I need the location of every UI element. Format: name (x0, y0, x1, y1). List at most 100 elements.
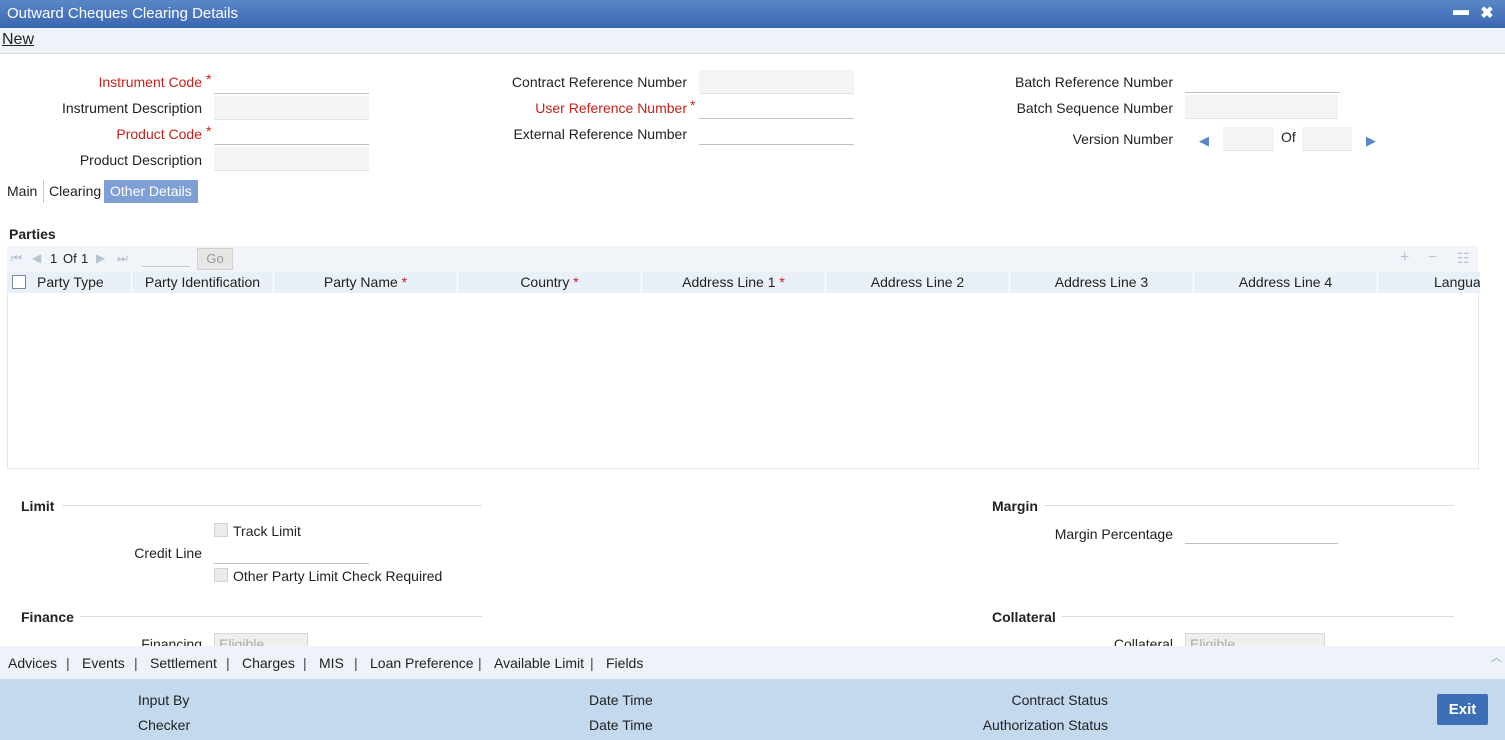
footer-tab-charges[interactable]: Charges (242, 655, 295, 671)
collateral-select[interactable]: Eligible (1185, 633, 1325, 646)
product-code-input[interactable] (214, 121, 369, 145)
version-of-label: Of (1281, 129, 1296, 145)
footer-tab-fields[interactable]: Fields (606, 655, 643, 671)
footer-tabs: Advices | Events | Settlement | Charges … (0, 646, 1505, 679)
footer-separator: | (226, 655, 230, 671)
col-address-line-1[interactable]: Address Line 1 * (642, 272, 826, 293)
footer-separator: | (66, 655, 70, 671)
version-current-input[interactable] (1223, 127, 1274, 151)
footer-tab-advices[interactable]: Advices (8, 655, 57, 671)
last-page-icon[interactable]: ⏭ (117, 251, 128, 266)
first-page-icon[interactable]: ⏮ (11, 251, 22, 266)
finance-divider (80, 616, 482, 617)
col-country-label: Country (520, 274, 570, 290)
footer-tab-available-limit[interactable]: Available Limit (494, 655, 584, 671)
input-date-time-label: Date Time (589, 692, 653, 708)
credit-line-label: Credit Line (134, 545, 202, 561)
instrument-code-input[interactable] (214, 70, 369, 94)
version-number-label: Version Number (1072, 131, 1173, 147)
footer-tab-events[interactable]: Events (82, 655, 125, 671)
next-page-icon[interactable]: ▶ (96, 251, 105, 265)
footer-tab-settlement[interactable]: Settlement (150, 655, 217, 671)
tab-other-details[interactable]: Other Details (104, 180, 198, 203)
input-by-label: Input By (138, 692, 190, 708)
tab-clearing[interactable]: Clearing (43, 180, 109, 203)
parties-grid-header: Party Type Party Identification Party Na… (7, 272, 1480, 293)
col-address-line-2[interactable]: Address Line 2 (826, 272, 1010, 293)
add-row-icon[interactable]: + (1400, 249, 1409, 267)
page-number-input[interactable] (142, 266, 190, 267)
collapse-icon[interactable]: ︿ (1491, 649, 1502, 665)
single-view-icon[interactable]: ☷ (1457, 250, 1470, 267)
instrument-code-label: Instrument Code (98, 74, 203, 90)
product-description-input[interactable] (214, 147, 369, 171)
other-party-limit-label: Other Party Limit Check Required (233, 568, 443, 584)
col-party-identification[interactable]: Party Identification (132, 272, 274, 293)
financing-value: Eligible (219, 636, 265, 646)
col-country[interactable]: Country * (458, 272, 642, 293)
required-mark: * (779, 274, 785, 290)
select-all-checkbox[interactable] (12, 275, 26, 289)
col-address-line-1-label: Address Line 1 (682, 274, 776, 290)
pager-of-label: Of (63, 251, 77, 266)
pager-total: 1 (81, 251, 89, 266)
col-language[interactable]: Langua (1378, 272, 1480, 293)
parties-title: Parties (9, 226, 56, 242)
window-titlebar: Outward Cheques Clearing Details ▬ ✖ (0, 0, 1505, 28)
collateral-label: Collateral (1113, 636, 1173, 646)
footer-separator: | (354, 655, 358, 671)
financing-select[interactable]: Eligible (214, 633, 308, 646)
col-party-type[interactable]: Party Type (32, 272, 132, 293)
footer-tab-mis[interactable]: MIS (319, 655, 344, 671)
exit-button[interactable]: Exit (1437, 694, 1488, 725)
delete-row-icon[interactable]: − (1428, 249, 1437, 267)
finance-collateral-row: Financing Eligible Collateral Eligible (0, 629, 1505, 646)
track-limit-label: Track Limit (233, 523, 301, 539)
pager-current: 1 (50, 251, 58, 266)
checker-label: Checker (138, 717, 191, 733)
go-button[interactable]: Go (197, 248, 233, 270)
window-title: Outward Cheques Clearing Details (7, 5, 238, 22)
track-limit-checkbox[interactable] (214, 523, 228, 537)
next-version-icon[interactable]: ▶ (1366, 133, 1376, 149)
col-address-line-3[interactable]: Address Line 3 (1010, 272, 1194, 293)
contract-reference-input[interactable] (699, 70, 854, 94)
user-reference-input[interactable] (699, 95, 854, 119)
tab-main[interactable]: Main (1, 180, 45, 203)
contract-reference-label: Contract Reference Number (511, 74, 687, 90)
version-total-input[interactable] (1302, 127, 1352, 151)
external-reference-input[interactable] (699, 121, 854, 145)
financing-label: Financing (141, 636, 202, 646)
collateral-value: Eligible (1190, 636, 1236, 646)
batch-sequence-input[interactable] (1185, 95, 1338, 119)
required-mark: * (401, 274, 408, 290)
parties-pager: ⏮ ◀ 1 Of 1 ▶ ⏭ Go + − ☷ (7, 246, 1478, 272)
required-mark: * (690, 97, 696, 113)
footer-separator: | (478, 655, 482, 671)
product-code-label: Product Code (116, 126, 202, 142)
instrument-description-input[interactable] (214, 96, 369, 120)
required-mark: * (206, 71, 212, 87)
batch-sequence-label: Batch Sequence Number (1016, 100, 1173, 116)
col-party-name[interactable]: Party Name * (274, 272, 458, 293)
authorization-status-label: Authorization Status (982, 717, 1108, 733)
margin-title: Margin (992, 498, 1038, 514)
footer-tab-loan-preference[interactable]: Loan Preference (370, 655, 474, 671)
margin-percentage-input[interactable] (1185, 520, 1338, 544)
new-link[interactable]: New (2, 31, 34, 49)
col-address-line-4[interactable]: Address Line 4 (1194, 272, 1378, 293)
previous-page-icon[interactable]: ◀ (32, 251, 41, 265)
other-party-limit-checkbox[interactable] (214, 568, 228, 582)
parties-grid-body (7, 293, 1479, 469)
batch-reference-input[interactable] (1185, 69, 1340, 93)
audit-status-bar: Input By Checker Date Time Date Time Con… (0, 679, 1505, 740)
close-icon[interactable]: ✖ (1478, 3, 1496, 23)
credit-line-input[interactable] (214, 540, 369, 564)
required-mark: * (573, 274, 579, 290)
user-reference-label: User Reference Number (535, 100, 687, 116)
previous-version-icon[interactable]: ◀ (1199, 133, 1209, 149)
collateral-title: Collateral (992, 609, 1056, 625)
footer-separator: | (303, 655, 307, 671)
product-description-label: Product Description (79, 152, 202, 168)
minimize-icon[interactable]: ▬ (1453, 2, 1469, 20)
